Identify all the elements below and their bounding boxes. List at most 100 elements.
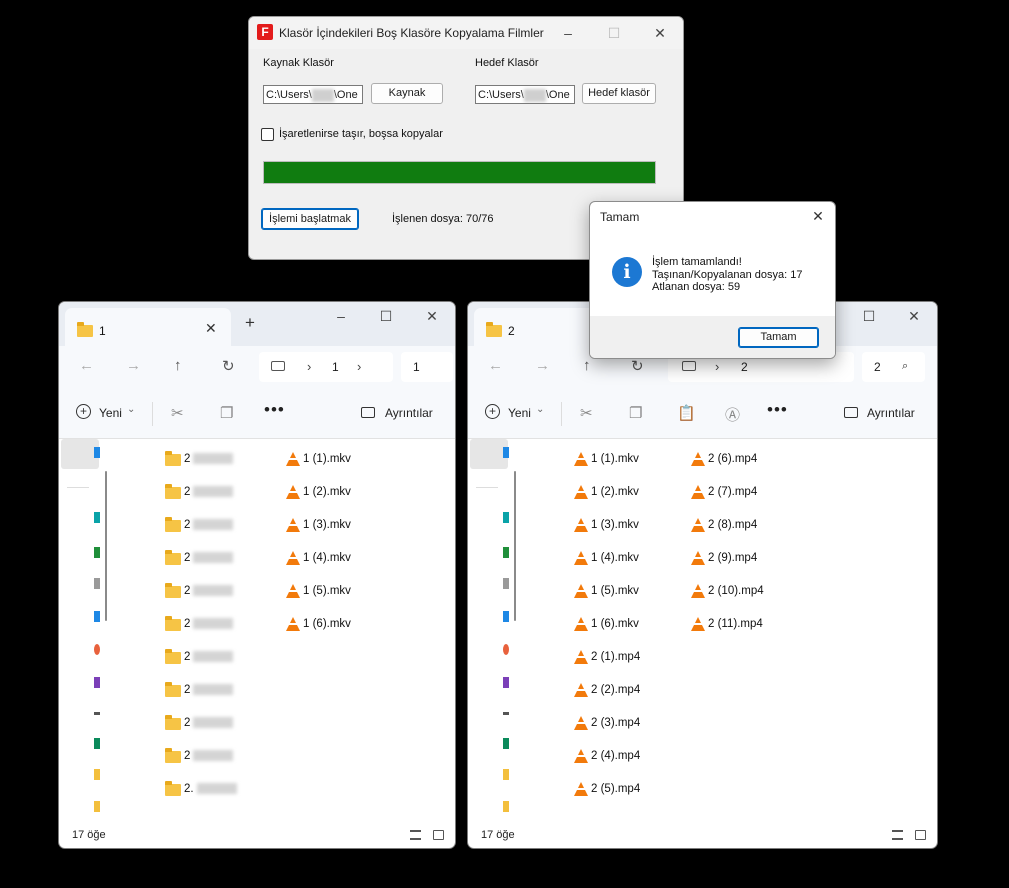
cut-icon: ✂ — [171, 405, 184, 422]
forward-icon[interactable]: → — [535, 357, 550, 374]
sidebar-icon[interactable] — [503, 677, 509, 688]
start-button[interactable]: İşlemi başlatmak — [261, 208, 359, 230]
back-icon[interactable]: ← — [79, 357, 94, 374]
forward-icon[interactable]: → — [126, 357, 141, 374]
details-button[interactable]: Ayrıntılar — [867, 406, 915, 420]
chevron-right-icon: › — [715, 359, 720, 374]
close-button[interactable]: ✕ — [637, 17, 683, 49]
folder-name: 2 — [184, 750, 191, 762]
back-icon[interactable]: ← — [488, 357, 503, 374]
tiles-view-icon[interactable] — [915, 830, 926, 840]
vlc-file-icon — [691, 452, 705, 466]
more-options-icon[interactable]: ••• — [264, 400, 285, 420]
file-name: 2 (1).mp4 — [591, 651, 641, 663]
search-icon[interactable]: ⌕ — [902, 360, 908, 373]
folder-name: 2 — [184, 618, 191, 630]
search-box[interactable]: 1 — [401, 352, 453, 382]
title-bar[interactable]: F Klasör İçindekileri Boş Klasöre Kopyal… — [249, 17, 683, 49]
target-path-input[interactable]: C:\Users\ \One — [475, 85, 575, 104]
folder-icon[interactable] — [94, 801, 100, 812]
folder-icon[interactable] — [503, 769, 509, 780]
vlc-file-icon — [286, 518, 300, 532]
sidebar-icon[interactable] — [503, 738, 509, 749]
close-button[interactable]: ✕ — [891, 302, 937, 332]
item-count: 17 öğe — [72, 829, 106, 841]
address-bar[interactable]: › 1 › — [259, 352, 393, 382]
up-icon[interactable]: ↑ — [583, 357, 591, 374]
sidebar-icon[interactable] — [503, 712, 509, 715]
quick-access-icon[interactable] — [94, 447, 100, 458]
details-button[interactable]: Ayrıntılar — [385, 406, 433, 420]
minimize-button[interactable]: – — [318, 302, 364, 332]
file-name: 2 (3).mp4 — [591, 717, 641, 729]
ok-button[interactable]: Tamam — [738, 327, 819, 348]
add-icon: + — [485, 404, 500, 419]
sidebar-icon[interactable] — [94, 578, 100, 589]
folder-icon[interactable] — [503, 801, 509, 812]
folder-icon — [165, 649, 181, 664]
explorer-window-1: 1 ✕ + – ☐ ✕ ← → ↑ ↻ › 1 › 1 + Yeni ⌄ ✂ ❐… — [58, 301, 456, 849]
target-browse-button[interactable]: Hedef klasör — [582, 83, 656, 104]
maximize-button[interactable]: ☐ — [363, 302, 409, 332]
vlc-file-icon — [286, 485, 300, 499]
vlc-file-icon — [574, 683, 588, 697]
file-name: 1 (3).mkv — [303, 519, 351, 531]
minimize-button[interactable]: – — [545, 17, 591, 49]
maximize-button[interactable]: ☐ — [846, 302, 892, 332]
new-button[interactable]: Yeni — [508, 406, 531, 420]
sidebar-icon[interactable] — [503, 578, 509, 589]
source-path-input[interactable]: C:\Users\ \One — [263, 85, 363, 104]
refresh-icon[interactable]: ↻ — [222, 357, 235, 375]
new-button[interactable]: Yeni — [99, 406, 122, 420]
scrollbar[interactable] — [105, 471, 107, 621]
folder-icon[interactable] — [94, 769, 100, 780]
sidebar-icon[interactable] — [94, 512, 100, 523]
sidebar-icon[interactable] — [94, 738, 100, 749]
details-view-icon[interactable] — [410, 830, 421, 840]
cut-icon: ✂ — [580, 405, 593, 422]
tab-title: 2 — [508, 324, 515, 338]
computer-icon — [271, 361, 285, 371]
tiles-view-icon[interactable] — [433, 830, 444, 840]
dialog-message: İşlem tamamlandı! Taşınan/Kopyalanan dos… — [652, 256, 802, 294]
refresh-icon[interactable]: ↻ — [631, 357, 644, 375]
sidebar-icon[interactable] — [94, 611, 100, 622]
tab-folder-1[interactable]: 1 ✕ — [65, 308, 231, 346]
command-bar: + Yeni ⌄ ✂ ❐ ••• Ayrıntılar — [59, 390, 455, 439]
chevron-right-icon: › — [357, 359, 362, 374]
breadcrumb: 1 — [332, 360, 339, 374]
sidebar-icon[interactable] — [503, 644, 509, 655]
sidebar-icon[interactable] — [94, 712, 100, 715]
vlc-file-icon — [691, 617, 705, 631]
sidebar-icon[interactable] — [94, 547, 100, 558]
source-browse-button[interactable]: Kaynak — [371, 83, 443, 104]
new-tab-icon[interactable]: + — [245, 313, 255, 333]
sidebar-icon[interactable] — [94, 644, 100, 655]
sidebar-icon[interactable] — [503, 611, 509, 622]
target-path-start: C:\Users\ — [478, 89, 524, 101]
details-view-icon[interactable] — [892, 830, 903, 840]
scrollbar[interactable] — [514, 471, 516, 621]
dialog-close-button[interactable]: ✕ — [801, 202, 835, 230]
folder-name: 2 — [184, 684, 191, 696]
info-icon: i — [612, 257, 642, 287]
explorer-window-2: 2 ☐ ✕ ← → ↑ ↻ › 2 2 ⌕ + Yeni ⌄ ✂ ❐ 📋 Ⓐ •… — [467, 301, 938, 849]
move-checkbox[interactable] — [261, 128, 274, 141]
file-name: 1 (2).mkv — [303, 486, 351, 498]
up-icon[interactable]: ↑ — [174, 357, 182, 374]
sidebar-icon[interactable] — [503, 512, 509, 523]
close-button[interactable]: ✕ — [409, 302, 455, 332]
vlc-file-icon — [286, 617, 300, 631]
sidebar-icon[interactable] — [503, 547, 509, 558]
quick-access-icon[interactable] — [503, 447, 509, 458]
search-box[interactable]: 2 ⌕ — [862, 352, 925, 382]
rename-icon: Ⓐ — [725, 407, 741, 424]
folder-icon — [165, 781, 181, 796]
copy-icon: ❐ — [220, 405, 234, 422]
close-tab-icon[interactable]: ✕ — [205, 320, 217, 337]
source-folder-label: Kaynak Klasör — [263, 57, 334, 69]
more-options-icon[interactable]: ••• — [767, 400, 788, 420]
status-bar: 17 öğe — [59, 824, 455, 848]
folder-icon — [165, 550, 181, 565]
sidebar-icon[interactable] — [94, 677, 100, 688]
